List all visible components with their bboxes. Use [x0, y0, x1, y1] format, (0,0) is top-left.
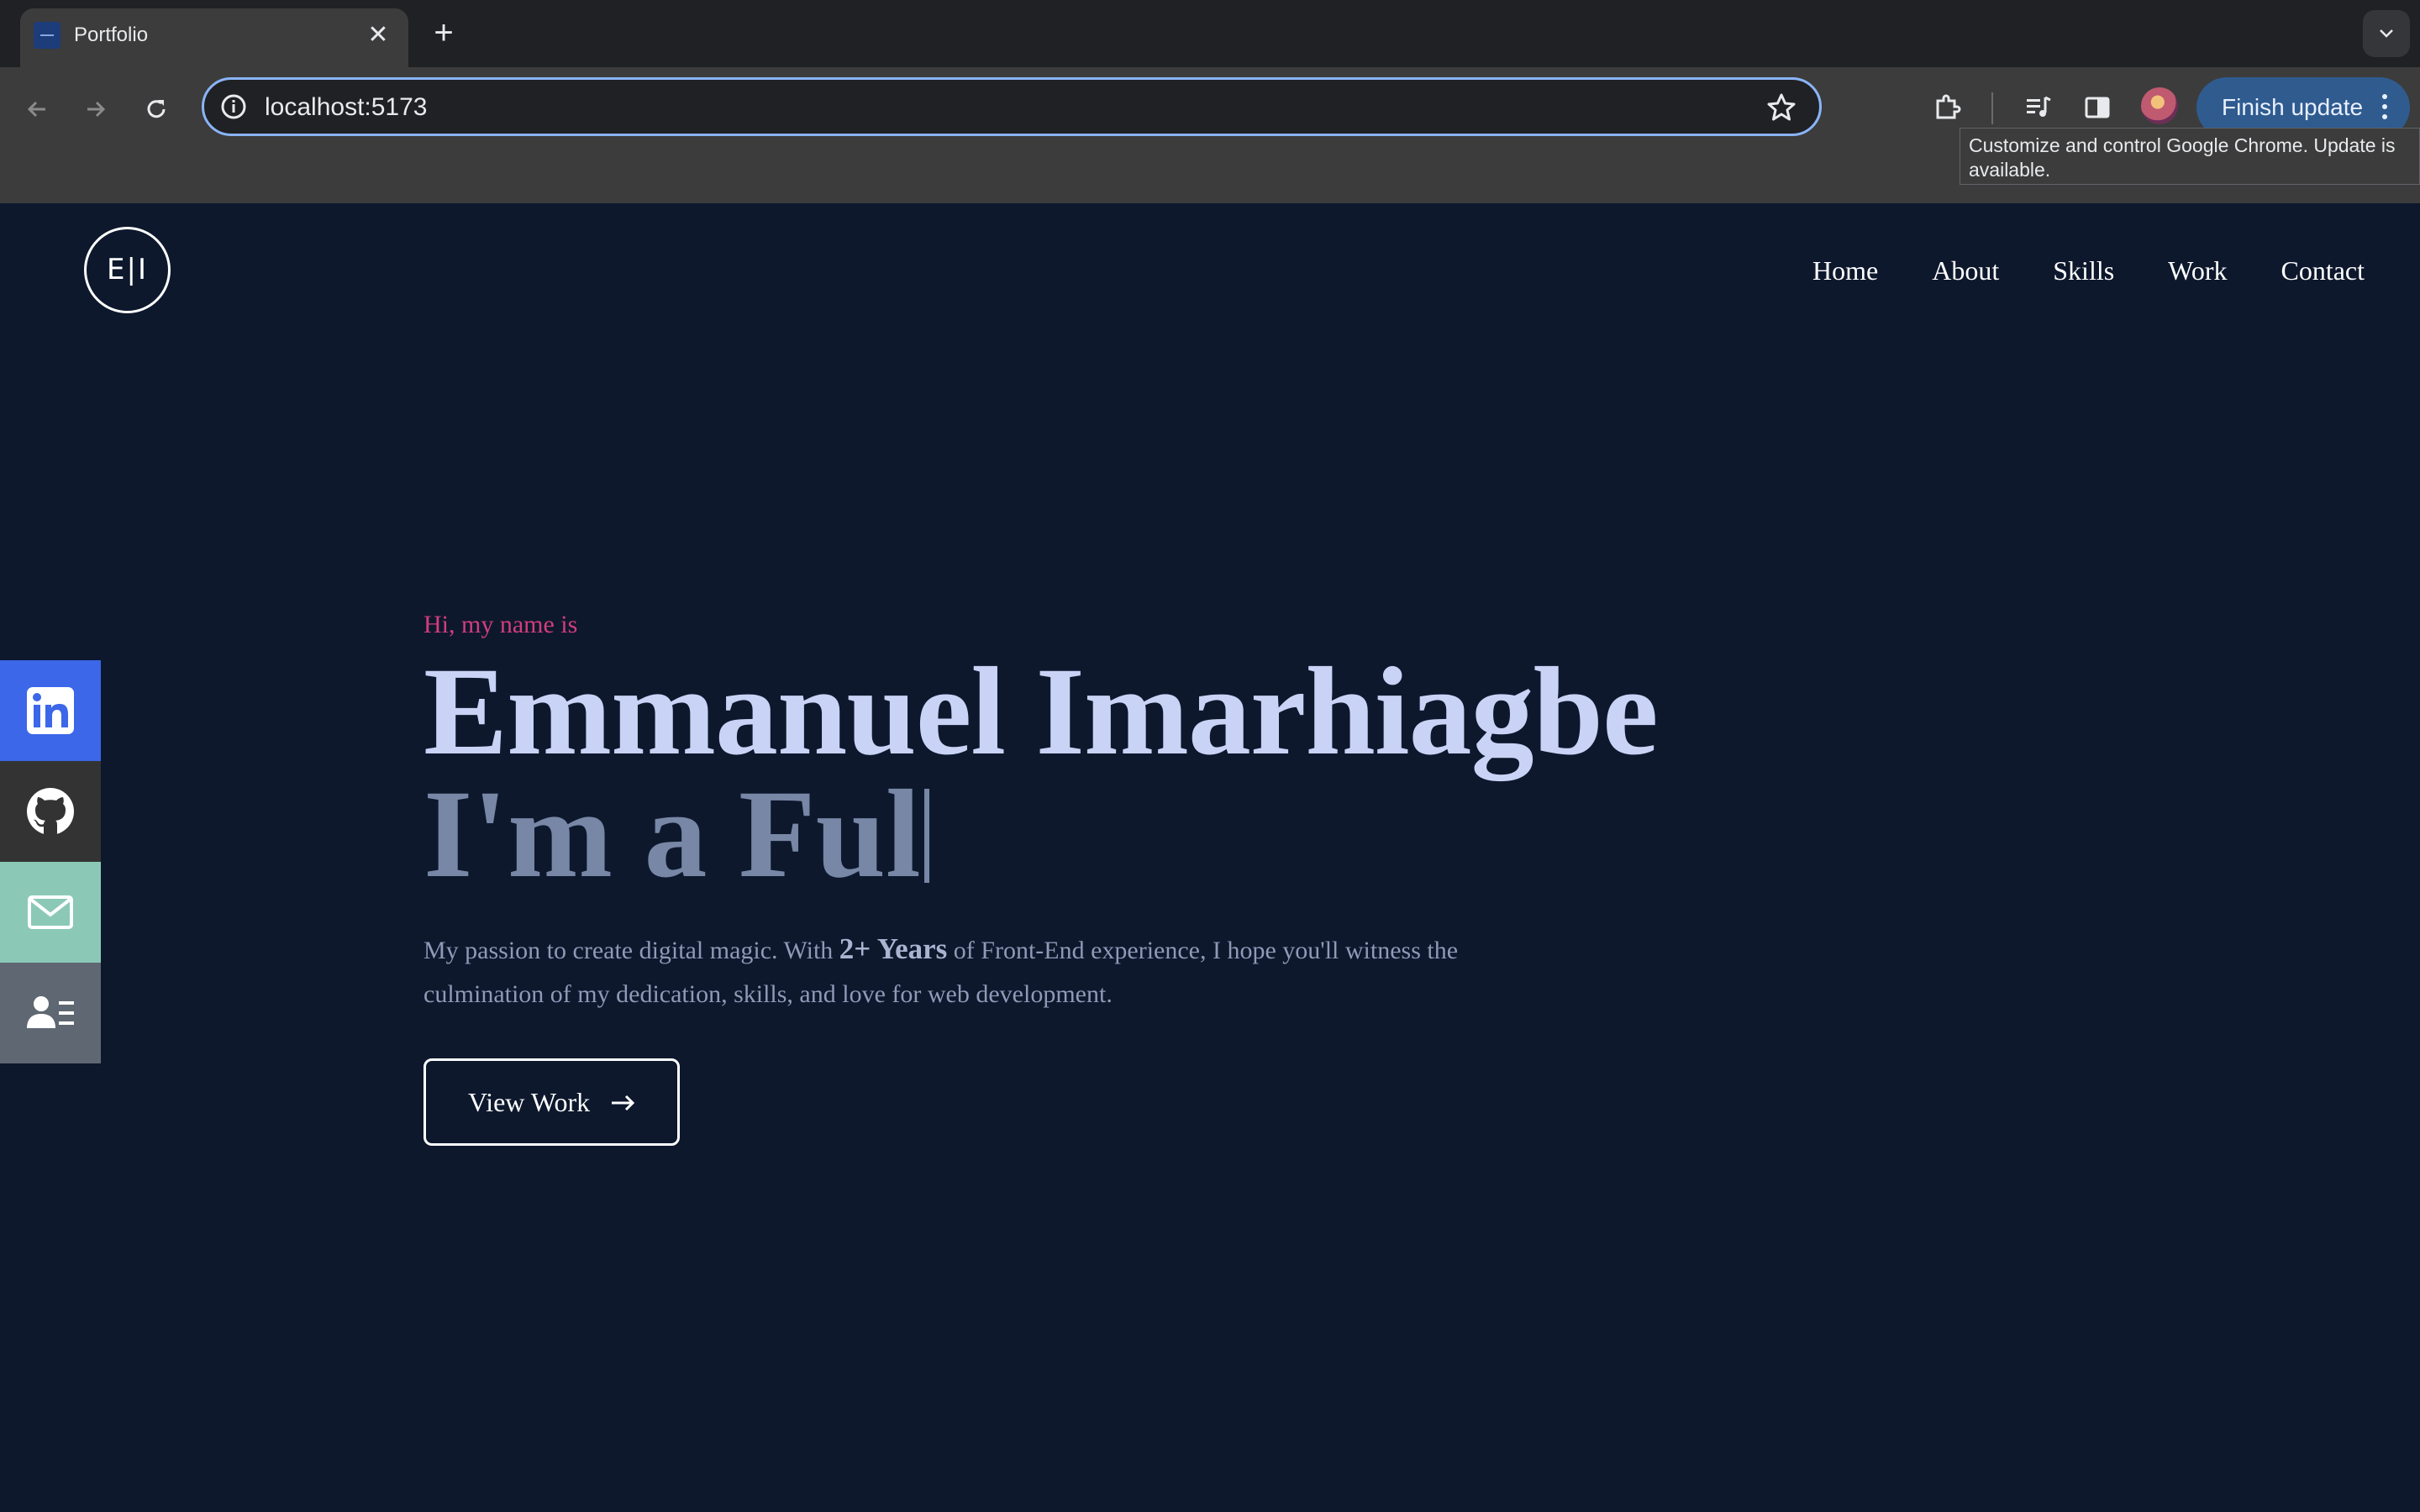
puzzle-icon [1936, 94, 1961, 119]
forward-arrow-icon [87, 101, 106, 118]
chrome-menu-tooltip: Customize and control Google Chrome. Upd… [1960, 128, 2420, 185]
linkedin-icon [27, 687, 74, 734]
email-icon [28, 895, 73, 929]
hero-section: Hi, my name is Emmanuel Imarhiagbe I'm a… [424, 605, 1659, 1146]
reload-button[interactable] [136, 89, 176, 129]
side-panel-icon [2085, 97, 2110, 118]
nav-home[interactable]: Home [1812, 252, 1878, 289]
tab-title: Portfolio [74, 24, 149, 46]
media-control-button[interactable] [2018, 87, 2059, 128]
address-bar[interactable]: localhost:5173 [202, 77, 1822, 136]
view-work-label: View Work [468, 1087, 591, 1117]
main-nav: Home About Skills Work Contact [1759, 252, 2365, 289]
back-button[interactable] [17, 89, 57, 129]
profile-avatar[interactable] [2141, 87, 2178, 124]
back-arrow-icon [27, 101, 45, 118]
hero-description: My passion to create digital magic. With… [424, 932, 1459, 1008]
toolbar-separator [1991, 92, 1993, 124]
side-panel-button[interactable] [2077, 87, 2118, 128]
email-link[interactable] [0, 862, 101, 963]
linkedin-link[interactable] [0, 660, 101, 761]
hero-role: I'm a Ful [424, 771, 1658, 897]
github-link[interactable] [0, 761, 101, 862]
nav-contact[interactable]: Contact [2281, 252, 2365, 289]
bookmark-star-icon[interactable] [1765, 92, 1797, 123]
site-info-icon[interactable] [219, 92, 248, 121]
hero-role-text: I'm a Ful [424, 764, 921, 904]
arrow-right-icon [612, 1095, 635, 1111]
typing-caret [923, 789, 929, 883]
more-menu-icon[interactable] [2381, 94, 2388, 121]
tab-search-button[interactable] [2363, 10, 2410, 57]
hero-greeting: Hi, my name is [424, 611, 578, 638]
github-icon [27, 788, 74, 835]
nav-work[interactable]: Work [2168, 252, 2227, 289]
media-queue-icon [2027, 96, 2051, 117]
browser-tabbar: Portfolio ✕ + [0, 0, 2420, 69]
resume-icon [27, 996, 74, 1028]
favicon-icon [34, 22, 60, 49]
new-tab-icon[interactable]: + [427, 16, 460, 50]
hero-name: Emmanuel Imarhiagbe [424, 642, 1659, 781]
site-logo[interactable]: E|I [84, 227, 171, 313]
forward-button[interactable] [76, 89, 116, 129]
url-text[interactable]: localhost:5173 [265, 92, 427, 123]
social-sidebar [0, 660, 101, 1063]
close-tab-icon[interactable]: ✕ [363, 20, 393, 50]
view-work-button[interactable]: View Work [424, 1058, 680, 1146]
chevron-down-icon [2380, 29, 2393, 38]
nav-skills[interactable]: Skills [2053, 252, 2114, 289]
reload-icon [147, 100, 166, 118]
resume-link[interactable] [0, 963, 101, 1063]
finish-update-label: Finish update [2222, 94, 2364, 120]
experience-highlight: 2+ Years [839, 932, 948, 965]
nav-about[interactable]: About [1932, 252, 1999, 289]
extensions-button[interactable] [1928, 87, 1968, 128]
browser-tab[interactable]: Portfolio ✕ [20, 8, 408, 69]
